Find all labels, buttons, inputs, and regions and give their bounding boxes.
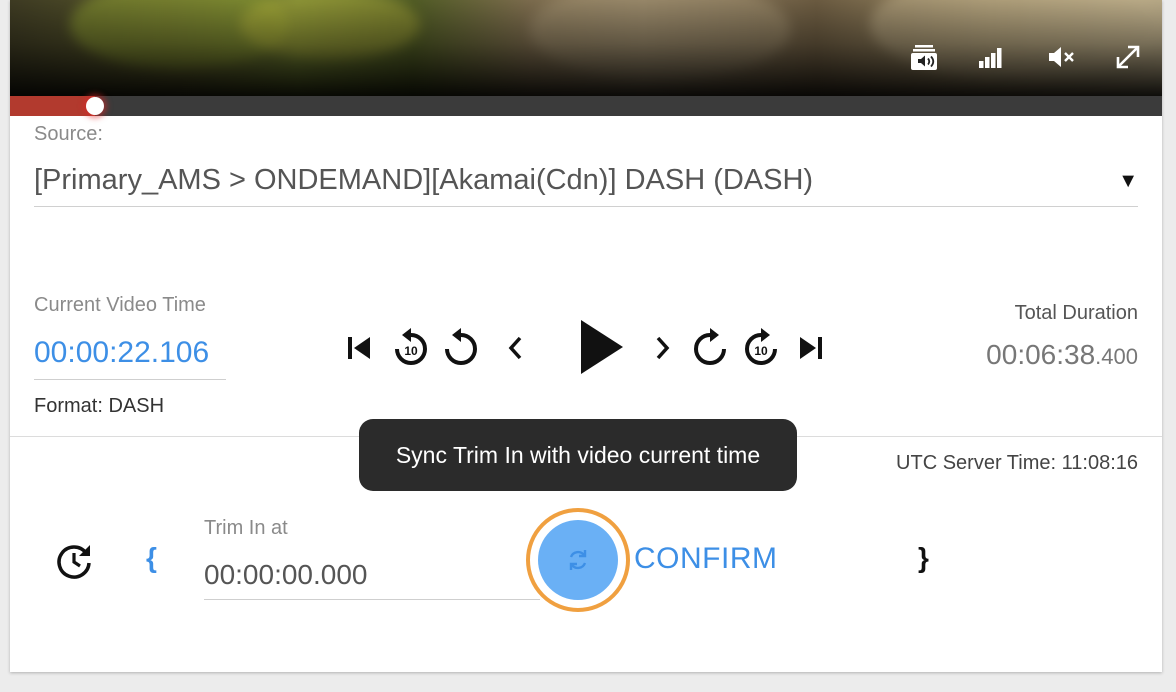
trim-close-brace: } (918, 542, 929, 573)
trim-in-value: 00:00:00.000 (204, 559, 368, 590)
current-time-value[interactable]: 00:00:22.106 (34, 336, 226, 380)
redo-icon (694, 328, 726, 365)
progress-scrubber[interactable] (86, 97, 105, 115)
skip-to-end-button[interactable] (794, 328, 828, 368)
play-button[interactable] (570, 314, 630, 380)
redo-button[interactable] (690, 324, 730, 370)
history-button[interactable] (50, 537, 98, 585)
trim-in-label: Trim In at (204, 517, 288, 539)
skip-to-start-icon (348, 337, 370, 359)
svg-text:10: 10 (404, 344, 418, 358)
audio-tracks-icon[interactable] (909, 42, 939, 72)
step-forward-button[interactable] (650, 330, 676, 366)
source-select[interactable]: [Primary_AMS > ONDEMAND][Akamai(Cdn)] DA… (34, 160, 1138, 207)
forward-10-button[interactable]: 10 (741, 324, 781, 370)
source-selected-value: [Primary_AMS > ONDEMAND][Akamai(Cdn)] DA… (34, 164, 814, 196)
mute-icon[interactable] (1046, 42, 1076, 72)
forward-10-icon: 10 (745, 328, 777, 365)
trim-panel: Source: [Primary_AMS > ONDEMAND][Akamai(… (10, 0, 1162, 672)
video-progress-bar[interactable] (10, 96, 1162, 116)
total-duration-hms: 00:06:38 (986, 339, 1096, 370)
fullscreen-icon[interactable] (1113, 42, 1143, 72)
format-label: Format: DASH (34, 395, 165, 417)
utc-server-time: UTC Server Time: 11:08:16 (896, 452, 1138, 474)
svg-text:10: 10 (754, 344, 768, 358)
play-icon (581, 320, 623, 374)
current-time-label: Current Video Time (34, 294, 206, 316)
step-back-button[interactable] (502, 330, 528, 366)
video-frame[interactable] (10, 0, 1162, 96)
skip-to-end-icon (800, 337, 822, 359)
sync-icon (569, 550, 587, 570)
sync-tooltip: Sync Trim In with video current time (359, 419, 797, 491)
replay-button[interactable] (441, 324, 481, 370)
quality-icon[interactable] (976, 42, 1006, 72)
sync-button-fill (538, 520, 618, 600)
step-back-icon (508, 336, 522, 360)
step-forward-icon (656, 336, 670, 360)
dropdown-arrow-icon: ▼ (1118, 170, 1138, 192)
rewind-10-button[interactable]: 10 (391, 324, 431, 370)
total-duration-value: 00:06:38.400 (986, 339, 1138, 371)
progress-played (10, 96, 96, 116)
total-duration-label: Total Duration (1014, 302, 1138, 324)
clock-rewind-icon (57, 545, 91, 579)
source-label: Source: (34, 123, 103, 145)
trim-open-brace: { (146, 542, 157, 573)
rewind-10-icon: 10 (395, 328, 427, 365)
trim-in-input[interactable]: 00:00:00.000 (204, 553, 540, 600)
confirm-button[interactable]: CONFIRM (634, 542, 777, 576)
skip-to-start-button[interactable] (342, 328, 376, 368)
total-duration-ms: .400 (1095, 344, 1138, 369)
sync-trim-in-button[interactable] (526, 508, 630, 612)
replay-icon (445, 328, 477, 365)
